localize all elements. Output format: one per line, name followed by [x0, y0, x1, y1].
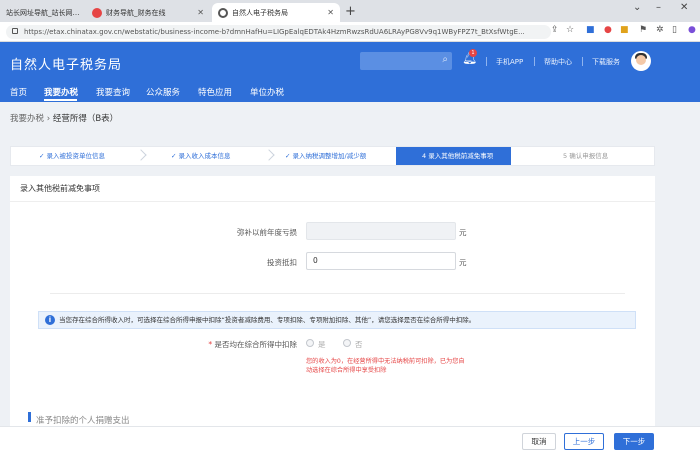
step-1[interactable]: ✓ 录入被投资单位信息: [39, 147, 105, 165]
site-header: 自然人电子税务局 ⌕ 🔔︎ 1 手机APP 帮助中心 下载服务 首页 我要办税 …: [0, 42, 700, 102]
star-icon[interactable]: ☆: [566, 25, 574, 35]
deduct-label: * 是否均在综合所得中扣除: [208, 340, 297, 349]
browser-tab-3[interactable]: 自然人电子税务局 ✕: [212, 3, 340, 22]
share-icon[interactable]: ⇪: [551, 25, 559, 35]
radio-no[interactable]: [343, 339, 351, 347]
form-card: 录入其他税前减免事项 弥补以前年度亏损 元 投资抵扣 0 元 i 当您存在综合所…: [10, 176, 655, 426]
divider: [50, 293, 625, 294]
invest-deduction-field[interactable]: 0: [306, 252, 456, 270]
info-text: 当您存在综合所得收入时，可选择在综合所得申报中扣除“投资者减除费用、专项扣除、专…: [59, 316, 476, 324]
download-service-link[interactable]: 下载服务: [592, 57, 620, 67]
url-text: https://etax.chinatax.gov.cn/webstatic/b…: [24, 28, 525, 36]
chevron-right-icon: [135, 149, 147, 161]
url-field[interactable]: https://etax.chinatax.gov.cn/webstatic/b…: [6, 25, 551, 39]
step-4-current: 4 录入其他税前减免事项: [396, 147, 512, 165]
section-title: 录入其他税前减免事项: [10, 176, 655, 202]
tab-label: 自然人电子税务局: [232, 8, 288, 17]
subsection-title: 准予扣除的个人捐赠支出: [36, 416, 130, 426]
unit-label: 元: [459, 228, 467, 237]
site-favicon-icon: [92, 7, 102, 18]
extension-icon[interactable]: ●: [604, 25, 612, 35]
divider: [486, 57, 487, 66]
puzzle-icon[interactable]: ✲: [656, 25, 664, 35]
loss-label: 弥补以前年度亏损: [237, 228, 297, 237]
avatar[interactable]: [631, 51, 651, 71]
nav-features[interactable]: 特色应用: [198, 86, 232, 98]
flag-icon[interactable]: ⚑: [639, 25, 647, 35]
breadcrumb-current: 经营所得（B表）: [52, 114, 119, 124]
profile-icon[interactable]: ●: [688, 25, 696, 35]
sidebar-icon[interactable]: ▯: [672, 25, 677, 35]
warning-text: 您的收入为0，在经营所得中无法纳税前可扣除，已为您自动选择在综合所得中享受扣除: [306, 358, 465, 374]
nav-tax-handling[interactable]: 我要办税: [44, 86, 78, 98]
notification-badge: 1: [469, 49, 477, 57]
translate-icon[interactable]: ■: [586, 25, 595, 35]
section-marker: [28, 412, 31, 422]
loss-field: [306, 222, 456, 240]
browser-tab-1[interactable]: 站长网址导航_站长网… ✕: [0, 3, 82, 22]
nav-public-service[interactable]: 公众服务: [146, 86, 180, 98]
next-button[interactable]: 下一步: [614, 433, 654, 450]
info-icon: i: [45, 315, 55, 325]
mobile-app-link[interactable]: 手机APP: [496, 57, 523, 67]
chevron-down-icon[interactable]: ⌄: [633, 2, 641, 13]
info-banner: i 当您存在综合所得收入时，可选择在综合所得申报中扣除“投资者减除费用、专项扣除…: [38, 311, 636, 329]
close-window-icon[interactable]: ✕: [680, 2, 688, 13]
tab-label: 财务导航_财务在线: [106, 8, 166, 17]
extension-icon[interactable]: ■: [620, 25, 629, 35]
breadcrumb: 我要办税 › 经营所得（B表）: [10, 112, 118, 124]
divider: [534, 57, 535, 66]
step-5: 5 确认申报信息: [563, 152, 609, 160]
breadcrumb-parent[interactable]: 我要办税: [10, 114, 44, 124]
lock-icon: [12, 28, 18, 34]
nav-unit-tax[interactable]: 单位办税: [250, 86, 284, 98]
search-icon[interactable]: ⌕: [442, 54, 448, 65]
invest-label: 投资抵扣: [267, 258, 297, 267]
minimize-icon[interactable]: –: [656, 2, 661, 13]
close-icon[interactable]: ✕: [323, 8, 334, 17]
prev-button[interactable]: 上一步: [564, 433, 604, 450]
cancel-button[interactable]: 取消: [522, 433, 556, 450]
tab-label: 站长网址导航_站长网…: [6, 8, 80, 17]
close-icon[interactable]: ✕: [80, 8, 83, 17]
help-center-link[interactable]: 帮助中心: [544, 57, 572, 67]
radio-yes[interactable]: [306, 339, 314, 347]
close-icon[interactable]: ✕: [193, 8, 204, 17]
radio-yes-label: 是: [318, 340, 326, 349]
browser-tab-2[interactable]: 财务导航_财务在线 ✕: [86, 3, 210, 22]
nav-home[interactable]: 首页: [10, 86, 27, 98]
nav-query[interactable]: 我要查询: [96, 86, 130, 98]
divider: [582, 57, 583, 66]
new-tab-icon[interactable]: +: [345, 4, 356, 19]
site-title: 自然人电子税务局: [10, 58, 123, 73]
step-2[interactable]: ✓ 录入收入成本信息: [171, 147, 231, 165]
address-bar: https://etax.chinatax.gov.cn/webstatic/b…: [0, 22, 700, 42]
unit-label: 元: [459, 258, 467, 267]
chevron-right-icon: [263, 149, 275, 161]
browser-tab-bar: 站长网址导航_站长网… ✕ 财务导航_财务在线 ✕ 自然人电子税务局 ✕ + ⌄…: [0, 0, 700, 22]
action-footer: 取消 上一步 下一步: [0, 426, 700, 454]
progress-steps: ✓ 录入被投资单位信息 ✓ 录入收入成本信息 ✓ 录入纳税调整增加/减少额 4 …: [10, 146, 655, 166]
search-input[interactable]: ⌕: [360, 52, 452, 70]
globe-icon: [218, 7, 228, 18]
step-3[interactable]: ✓ 录入纳税调整增加/减少额: [285, 147, 366, 165]
radio-no-label: 否: [355, 340, 363, 349]
nav-active-indicator: [44, 99, 77, 101]
